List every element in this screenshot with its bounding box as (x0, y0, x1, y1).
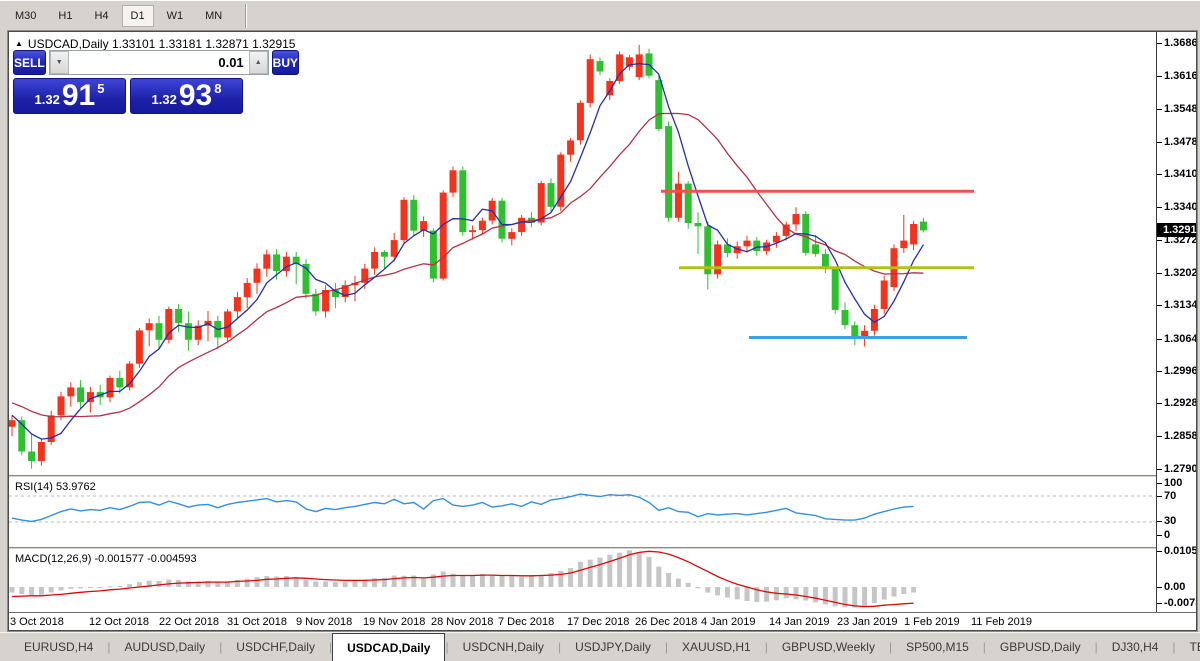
price-axis-label: 1.30640 (1157, 333, 1196, 345)
date-label: 19 Nov 2018 (363, 616, 426, 628)
current-price-badge: 1.32915 (1157, 223, 1196, 238)
chart-symbol-period: USDCAD,Daily (27, 37, 109, 51)
date-label: 31 Oct 2018 (227, 616, 287, 628)
price-axis-label: 1.31340 (1157, 299, 1196, 311)
chart-window-inner: ▲ USDCAD,Daily 1.33101 1.33181 1.32871 1.… (9, 32, 1196, 630)
buy-price-big: 93 (178, 79, 213, 112)
trading-app: { "toolbar": { "timeframes": [ {"label":… (0, 0, 1200, 661)
sell-price-pip: 5 (97, 81, 105, 96)
buy-price-pip: 8 (214, 81, 222, 96)
rsi-axis-label: 70 (1156, 490, 1177, 502)
price-axis-label: 1.35480 (1157, 103, 1196, 115)
volume-decrease-icon[interactable]: ▼ (49, 51, 69, 74)
macd-axis-label: 0.00 (1156, 581, 1186, 593)
symbol-tab-usdcad[interactable]: USDCAD,Daily (332, 633, 446, 661)
price-axis-label: 1.36860 (1157, 37, 1196, 49)
date-label: 1 Feb 2019 (904, 616, 960, 628)
price-axis-label: 1.36160 (1157, 70, 1196, 82)
date-label: 14 Jan 2019 (769, 616, 830, 628)
sell-button[interactable]: SELL (13, 50, 46, 75)
symbol-tab-usdcnh[interactable]: USDCNH,Daily (449, 633, 558, 661)
date-label: 28 Nov 2018 (431, 616, 494, 628)
symbol-tab-usdjpy[interactable]: USDJPY,Daily (561, 633, 665, 661)
symbol-tab-gbpusd[interactable]: GBPUSD,Daily (986, 633, 1095, 661)
symbol-tabbar: EURUSD,H4 | AUDUSD,Daily | USDCHF,Daily | USDC… (0, 632, 1200, 661)
timeframe-button-d1[interactable]: D1 (121, 4, 154, 27)
price-axis[interactable]: 1.36860 1.36160 1.35480 1.34780 1.34100 1.334… (1156, 32, 1196, 612)
sell-price-prefix: 1.32 (34, 92, 60, 107)
chart-title: ▲ USDCAD,Daily 1.33101 1.33181 1.32871 1.… (15, 37, 295, 51)
toolbar-separator (245, 3, 248, 28)
date-label: 3 Oct 2018 (10, 616, 64, 628)
price-axis-label: 1.27900 (1157, 463, 1196, 475)
date-label: 7 Dec 2018 (498, 616, 555, 628)
volume-increase-icon[interactable]: ▲ (248, 51, 268, 74)
price-axis-label: 1.28580 (1157, 430, 1196, 442)
timeframe-button-mn[interactable]: MN (196, 5, 231, 27)
buy-price-prefix: 1.32 (151, 92, 177, 107)
ma-fast-line (11, 63, 924, 440)
price-axis-label: 1.32020 (1157, 267, 1196, 279)
timeframe-button-m30[interactable]: M30 (6, 5, 45, 27)
price-axis-label: 1.34780 (1157, 136, 1196, 148)
date-label: 22 Oct 2018 (159, 616, 219, 628)
macd-axis-label: -0.0073 (1156, 597, 1196, 609)
timeframe-button-h1[interactable]: H1 (49, 5, 81, 27)
price-axis-label: 1.33400 (1157, 201, 1196, 213)
symbol-tab-tech100[interactable]: TECH100,H1 (1176, 633, 1200, 661)
date-label: 12 Oct 2018 (89, 616, 149, 628)
buy-price-box[interactable]: 1.32 93 8 (130, 78, 243, 114)
volume-stepper: ▼ ▲ (48, 50, 269, 75)
rsi-indicator-label: RSI(14) 53.9762 (15, 481, 96, 493)
sell-price-box[interactable]: 1.32 91 5 (13, 78, 126, 114)
buy-button[interactable]: BUY (271, 50, 300, 75)
symbol-tab-audusd[interactable]: AUDUSD,Daily (110, 633, 219, 661)
rsi-axis-label: 100 (1156, 477, 1183, 489)
date-label: 9 Nov 2018 (296, 616, 353, 628)
timeframe-button-h4[interactable]: H4 (85, 5, 117, 27)
timeframe-button-w1[interactable]: W1 (158, 5, 193, 27)
symbol-tab-sp500[interactable]: SP500,M15 (892, 633, 983, 661)
symbol-tab-xauusd[interactable]: XAUUSD,H1 (668, 633, 765, 661)
symbol-tab-usdchf[interactable]: USDCHF,Daily (222, 633, 329, 661)
one-click-trade-panel: SELL ▼ ▲ BUY 1.32 91 5 1.32 93 8 (13, 50, 300, 114)
volume-input[interactable] (68, 51, 249, 74)
macd-axis-label: 0.010525 (1157, 545, 1196, 557)
sell-price-big: 91 (61, 79, 96, 112)
symbol-tab-dj30[interactable]: DJ30,H4 (1098, 633, 1173, 661)
rsi-pane-canvas[interactable] (9, 478, 1156, 547)
timeframe-toolbar: M30 H1 H4 D1 W1 MN (0, 0, 1200, 30)
rsi-line (11, 493, 914, 523)
rsi-axis-label: 30 (1156, 515, 1177, 527)
date-label: 23 Jan 2019 (837, 616, 898, 628)
ma-slow-line (11, 112, 924, 418)
macd-indicator-label: MACD(12,26,9) -0.001577 -0.004593 (15, 553, 197, 565)
date-label: 26 Dec 2018 (635, 616, 698, 628)
date-label: 17 Dec 2018 (567, 616, 630, 628)
price-axis-label: 1.29960 (1157, 365, 1196, 377)
symbol-tab-gbpusd[interactable]: GBPUSD,Weekly (768, 633, 889, 661)
date-label: 4 Jan 2019 (701, 616, 756, 628)
price-axis-label: 1.29280 (1157, 397, 1196, 409)
collapse-marker-icon[interactable]: ▲ (15, 39, 23, 48)
price-axis-label: 1.34100 (1157, 168, 1196, 180)
rsi-axis-label: 0 (1156, 529, 1171, 541)
time-axis[interactable]: 3 Oct 2018 12 Oct 2018 22 Oct 2018 31 Oct 2… (9, 612, 1196, 630)
date-label: 11 Feb 2019 (971, 616, 1032, 628)
chart-ohlc-values: 1.33101 1.33181 1.32871 1.32915 (111, 37, 296, 51)
chart-window: ▲ USDCAD,Daily 1.33101 1.33181 1.32871 1.… (7, 30, 1198, 632)
symbol-tab-eurusd[interactable]: EURUSD,H4 (10, 633, 107, 661)
